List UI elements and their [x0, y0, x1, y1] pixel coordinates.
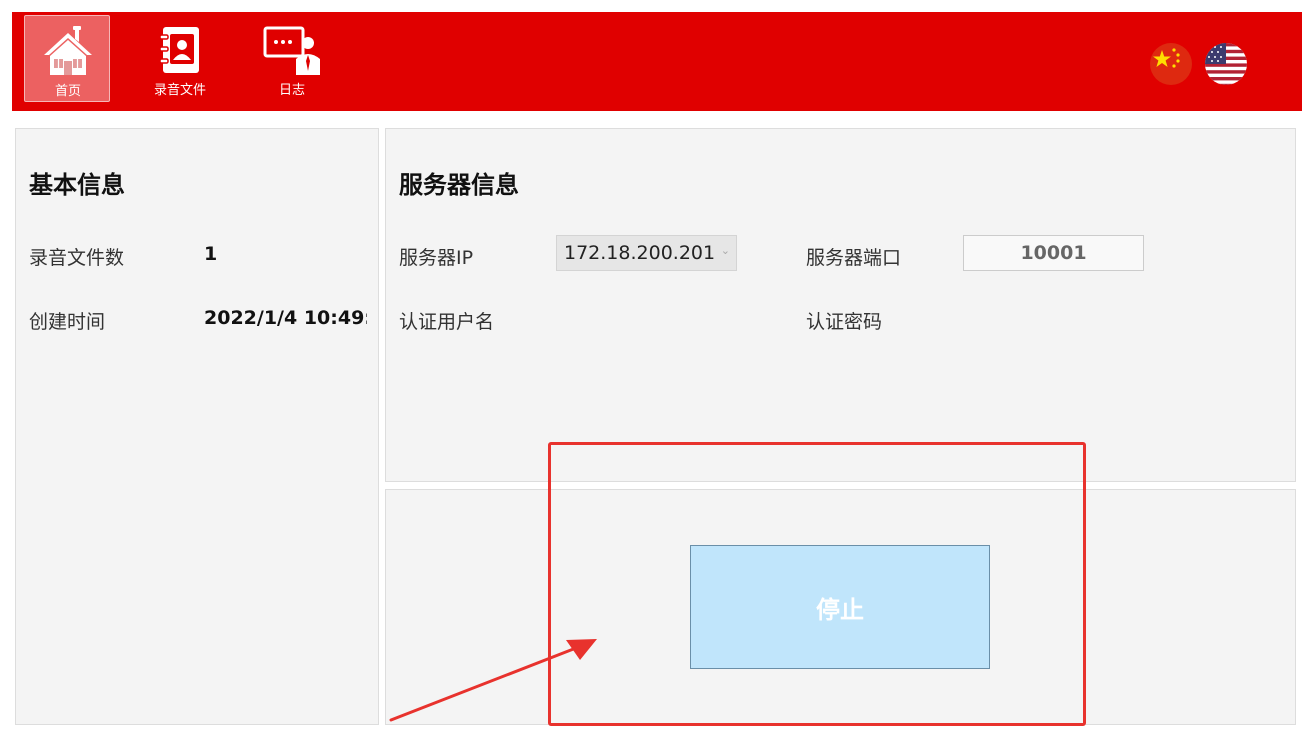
server-port-input[interactable]	[963, 235, 1144, 271]
nav-recordings-button[interactable]: 录音文件	[137, 15, 223, 102]
server-ip-label: 服务器IP	[399, 247, 474, 269]
top-toolbar: 首页 录音文件 日志	[12, 12, 1302, 111]
recording-count-label: 录音文件数	[29, 247, 125, 269]
home-icon	[25, 24, 111, 80]
basic-info-title: 基本信息	[29, 171, 125, 199]
nav-logs-label: 日志	[278, 83, 305, 98]
nav-recordings-label: 录音文件	[153, 83, 206, 98]
recording-count-value: 1	[204, 243, 218, 265]
auth-password-label: 认证密码	[806, 311, 883, 333]
server-info-title: 服务器信息	[399, 171, 519, 199]
auth-username-label: 认证用户名	[399, 311, 495, 333]
created-time-value: 2022/1/4 10:49:2	[204, 307, 367, 329]
contacts-book-icon	[137, 23, 223, 79]
usa-flag-icon[interactable]	[1204, 42, 1248, 86]
china-flag-icon[interactable]	[1149, 42, 1193, 86]
created-time-label: 创建时间	[29, 311, 106, 333]
server-ip-value: 172.18.200.201	[564, 242, 716, 264]
server-port-label: 服务器端口	[806, 247, 902, 269]
chevron-down-icon: ⌄	[720, 244, 730, 257]
presenter-board-icon	[249, 23, 335, 79]
nav-logs-button[interactable]: 日志	[249, 15, 335, 102]
action-panel: 停止	[385, 489, 1296, 725]
nav-home-button[interactable]: 首页	[24, 15, 110, 102]
server-info-panel: 服务器信息 服务器IP 172.18.200.201 ⌄ 服务器端口 认证用户名…	[385, 128, 1296, 482]
server-ip-select[interactable]: 172.18.200.201 ⌄	[556, 235, 737, 271]
nav-home-label: 首页	[54, 84, 81, 99]
basic-info-panel: 基本信息 录音文件数 1 创建时间 2022/1/4 10:49:2	[15, 128, 379, 725]
stop-button[interactable]: 停止	[690, 545, 990, 669]
